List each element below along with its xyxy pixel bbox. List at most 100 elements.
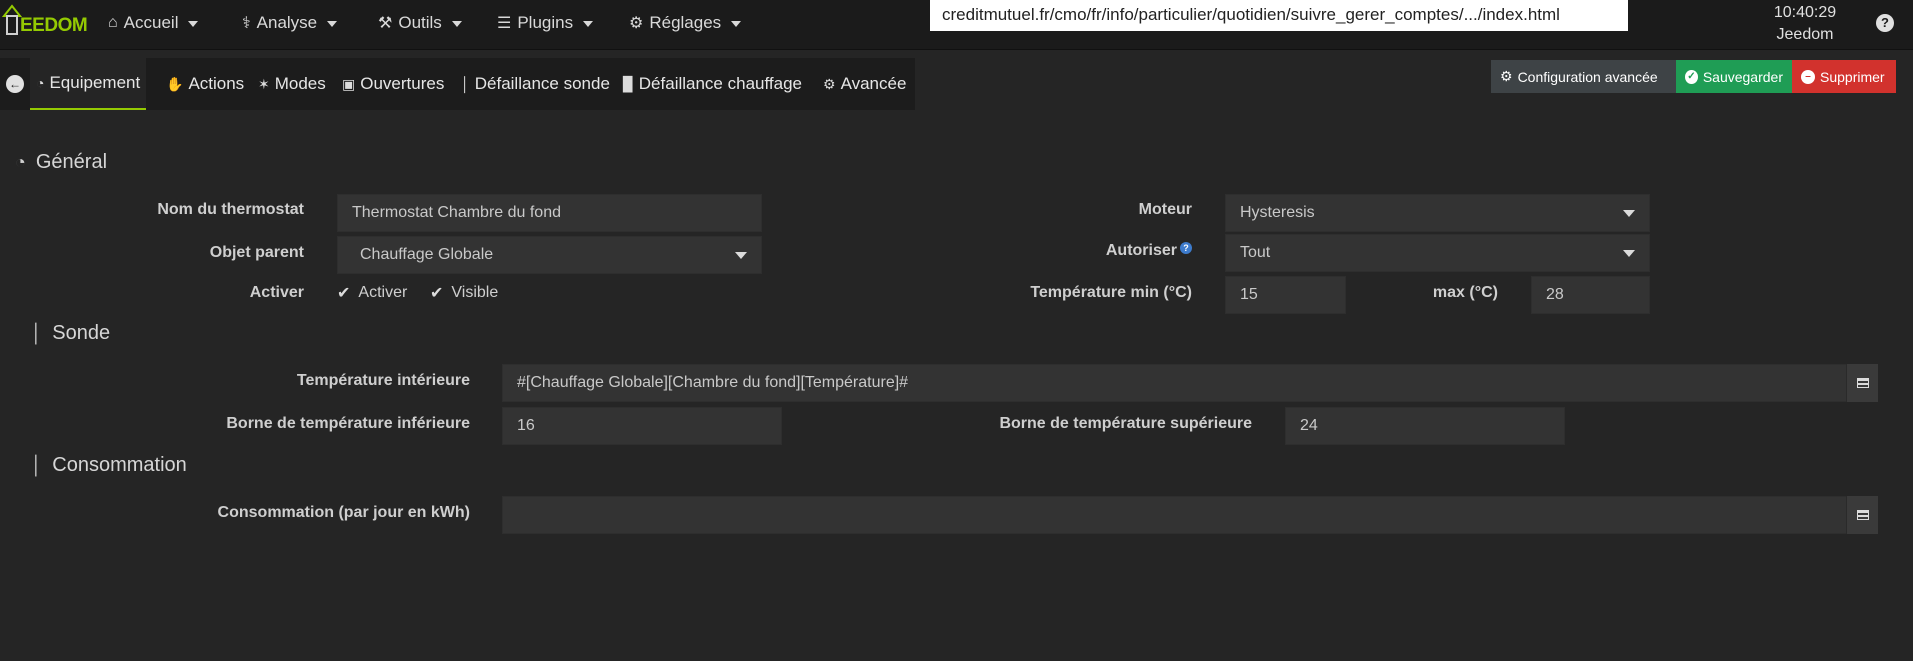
- delete-button[interactable]: – Supprimer: [1792, 60, 1896, 93]
- check-icon: ✔: [337, 285, 351, 302]
- dashboard-icon: ◔: [36, 75, 45, 91]
- tab-defaillance-sonde[interactable]: │ Défaillance sonde: [455, 58, 616, 110]
- engine-select[interactable]: Hysteresis: [1225, 194, 1650, 232]
- clock: 10:40:29 Jeedom: [1760, 2, 1850, 46]
- activate-label: Activer: [249, 284, 304, 301]
- user-name[interactable]: Jeedom: [1760, 24, 1850, 46]
- nav-reglages[interactable]: ⚙ Réglages: [629, 13, 742, 33]
- tab-actions-label: Actions: [188, 74, 245, 93]
- check-circle-icon: ✓: [1685, 69, 1698, 84]
- advanced-config-label: Configuration avancée: [1517, 68, 1658, 85]
- tab-bar: ← ◔ Equipement ✋ Actions ✶ Modes ▣ Ouver…: [0, 58, 915, 110]
- indoor-temp-input[interactable]: #[Chauffage Globale][Chambre du fond][Te…: [502, 364, 1847, 402]
- section-sonde-label: Sonde: [52, 322, 111, 344]
- nav-accueil[interactable]: ⌂ Accueil: [108, 13, 199, 33]
- consumption-label: Consommation (par jour en kWh): [217, 504, 470, 521]
- tab-actions[interactable]: ✋ Actions: [160, 58, 250, 110]
- jeedom-logo[interactable]: EEDOM: [0, 2, 90, 46]
- section-general-title: ◔ Général: [15, 151, 107, 174]
- caret-down-icon: [188, 21, 199, 27]
- tab-ouvertures-label: Ouvertures: [360, 74, 445, 93]
- engine-label: Moteur: [1138, 201, 1192, 218]
- tab-equipement-label: Equipement: [49, 73, 141, 92]
- visible-checkbox[interactable]: ✔ Visible: [430, 283, 498, 303]
- nav-accueil-label: Accueil: [123, 13, 179, 32]
- parent-object-label: Objet parent: [209, 244, 304, 261]
- caret-down-icon: [1623, 210, 1635, 217]
- temp-max-label: max (°C): [1432, 284, 1498, 301]
- allow-value: Tout: [1240, 244, 1271, 261]
- dashboard-icon: ◔: [15, 152, 26, 172]
- cogs-icon: ⚙: [1500, 68, 1513, 84]
- home-icon: ⌂: [108, 14, 118, 31]
- activate-checkbox[interactable]: ✔ Activer: [337, 283, 407, 303]
- allow-label: Autoriser?: [900, 242, 1192, 260]
- wrench-icon: ⚒: [378, 15, 393, 32]
- thermometer-icon: │: [461, 76, 470, 92]
- caret-down-icon: [731, 21, 742, 27]
- save-label: Sauvegarder: [1702, 68, 1783, 85]
- visible-checkbox-label: Visible: [451, 284, 499, 301]
- list-icon[interactable]: [1846, 364, 1878, 402]
- nav-reglages-label: Réglages: [649, 13, 722, 32]
- nav-plugins[interactable]: ☰ Plugins: [497, 13, 594, 33]
- nav-analyse[interactable]: ⚕ Analyse: [242, 13, 338, 33]
- consumption-input[interactable]: [502, 496, 1847, 534]
- help-icon[interactable]: ?: [1876, 14, 1894, 32]
- hand-icon: ✋: [166, 75, 184, 92]
- clock-time: 10:40:29: [1773, 4, 1837, 21]
- tab-defaillance-sonde-label: Défaillance sonde: [474, 74, 610, 93]
- engine-value: Hysteresis: [1240, 204, 1315, 221]
- list-icon[interactable]: [1846, 496, 1878, 534]
- stethoscope-icon: ⚕: [242, 15, 251, 32]
- thermometer-icon: │: [31, 455, 43, 475]
- thermostat-name-label: Nom du thermostat: [157, 201, 304, 218]
- check-icon: ✔: [430, 285, 444, 302]
- delete-label: Supprimer: [1820, 68, 1885, 85]
- section-consommation-title: │ Consommation: [31, 454, 187, 477]
- thermostat-name-input[interactable]: Thermostat Chambre du fond: [337, 194, 762, 232]
- nav-outils[interactable]: ⚒ Outils: [378, 13, 462, 33]
- tab-modes[interactable]: ✶ Modes: [252, 58, 332, 110]
- section-general-label: Général: [35, 151, 108, 173]
- save-button[interactable]: ✓ Sauvegarder: [1676, 60, 1792, 93]
- tab-avancee[interactable]: ⚙ Avancée: [817, 58, 912, 110]
- allow-select[interactable]: Tout: [1225, 234, 1650, 272]
- caret-down-icon: [583, 21, 594, 27]
- indoor-temp-label: Température intérieure: [296, 372, 470, 389]
- nav-analyse-label: Analyse: [256, 13, 318, 32]
- heater-icon: ▉: [623, 75, 634, 92]
- lower-bound-label: Borne de température inférieure: [226, 415, 470, 432]
- caret-down-icon: [735, 252, 747, 259]
- minus-circle-icon: –: [1801, 69, 1815, 84]
- section-sonde-title: │ Sonde: [31, 322, 110, 345]
- tab-defaillance-chauffage[interactable]: ▉ Défaillance chauffage: [617, 58, 808, 110]
- gear-icon: ⚙: [629, 15, 644, 32]
- gear-icon: ⚙: [823, 75, 836, 92]
- question-circle-icon[interactable]: ?: [1180, 242, 1192, 254]
- top-navbar: EEDOM ⌂ Accueil ⚕ Analyse ⚒ Outils ☰ Plu…: [0, 0, 1913, 50]
- window-icon: ▣: [342, 75, 356, 92]
- activate-checkbox-label: Activer: [358, 284, 408, 301]
- modes-icon: ✶: [258, 75, 270, 92]
- tab-equipement[interactable]: ◔ Equipement: [30, 58, 147, 110]
- thermometer-icon: │: [31, 323, 43, 343]
- tasks-icon: ☰: [497, 15, 512, 32]
- caret-down-icon: [1623, 250, 1635, 257]
- logo-text: EEDOM: [20, 15, 88, 36]
- back-arrow-icon[interactable]: ←: [6, 75, 24, 93]
- temp-min-input[interactable]: 15: [1225, 276, 1346, 314]
- parent-object-value: Chauffage Globale: [360, 246, 494, 263]
- url-bar[interactable]: creditmutuel.fr/cmo/fr/info/particulier/…: [930, 0, 1628, 31]
- allow-label-text: Autoriser: [1105, 242, 1177, 259]
- lower-bound-input[interactable]: 16: [502, 407, 782, 445]
- temp-max-input[interactable]: 28: [1531, 276, 1650, 314]
- tab-modes-label: Modes: [274, 74, 326, 93]
- tab-ouvertures[interactable]: ▣ Ouvertures: [336, 58, 450, 110]
- tab-defaillance-chauffage-label: Défaillance chauffage: [638, 74, 802, 93]
- nav-plugins-label: Plugins: [517, 13, 574, 32]
- parent-object-select[interactable]: Chauffage Globale: [337, 236, 762, 274]
- tab-avancee-label: Avancée: [840, 74, 907, 93]
- upper-bound-input[interactable]: 24: [1285, 407, 1565, 445]
- advanced-config-button[interactable]: ⚙ Configuration avancée: [1491, 60, 1676, 93]
